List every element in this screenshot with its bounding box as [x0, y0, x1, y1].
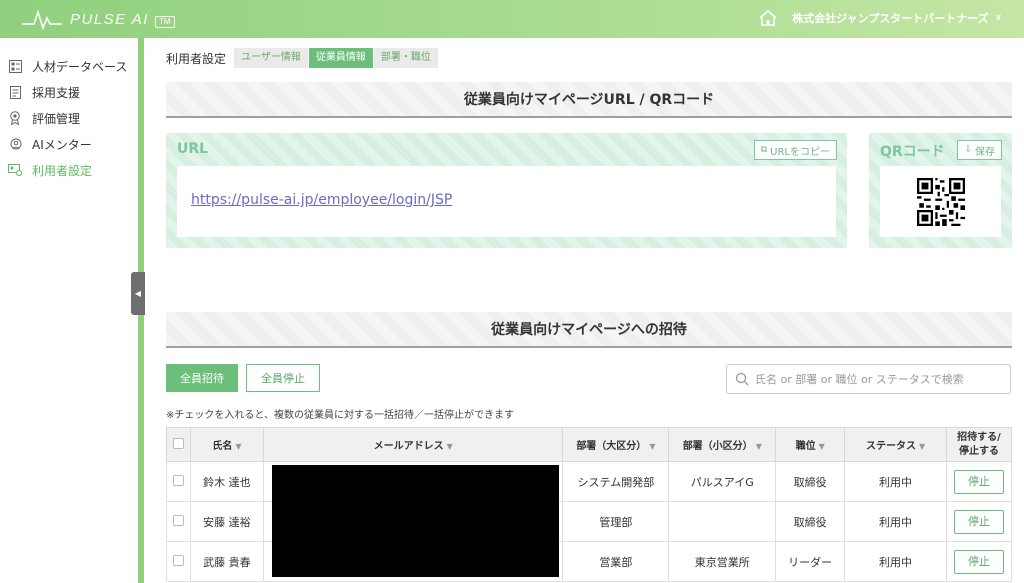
cell-action: 停止	[945, 501, 1013, 542]
row-checkbox[interactable]	[172, 514, 184, 526]
cell-status: 利用中	[844, 501, 947, 542]
breadcrumb: 利用者設定 ユーザー情報 従業員情報 部署・職位	[166, 48, 439, 68]
qr-label: QRコード	[880, 144, 945, 160]
copy-url-button[interactable]: ⧉ URLをコピー	[753, 140, 837, 160]
sidebar-collapse-button[interactable]: ◀	[131, 272, 145, 315]
award-icon	[8, 111, 22, 125]
cell-name: 安藤 達裕	[189, 501, 264, 542]
sidebar-item-label: 人材データベース	[32, 59, 128, 74]
employee-login-url[interactable]: https://pulse-ai.jp/employee/login/JSP	[191, 192, 452, 208]
cell-status: 利用中	[844, 461, 947, 502]
col-action: 招待する/停止する	[945, 427, 1013, 462]
sidebar-item-database[interactable]: 人材データベース	[0, 53, 138, 79]
search-icon	[735, 372, 749, 386]
cell-action: 停止	[945, 461, 1013, 502]
email-redaction	[272, 465, 559, 577]
row-select-cell	[166, 541, 191, 582]
tab-dept-position[interactable]: 部署・職位	[373, 48, 438, 68]
sidebar-item-recruit[interactable]: 採用支援	[0, 79, 138, 105]
invite-all-button[interactable]: 全員招待	[166, 364, 238, 392]
row-select-cell	[166, 501, 191, 542]
cell-position: 取締役	[775, 501, 846, 542]
stop-button[interactable]: 停止	[953, 469, 1004, 494]
cell-name: 武藤 貴春	[189, 541, 264, 582]
logo-tm: TM	[154, 15, 175, 28]
logo[interactable]: PULSE AI TM	[22, 8, 175, 30]
sidebar-item-ai-mentor[interactable]: AIメンター	[0, 131, 138, 157]
sort-icon: ▼	[918, 442, 926, 451]
bulk-note: ※チェックを入れると、複数の従業員に対する一括招待／一括停止ができます	[166, 410, 514, 421]
stop-button[interactable]: 停止	[953, 549, 1004, 574]
cell-action: 停止	[945, 541, 1013, 582]
row-checkbox[interactable]	[172, 554, 184, 566]
sidebar-item-evaluation[interactable]: 評価管理	[0, 105, 138, 131]
col-name[interactable]: 氏名 ▼	[189, 427, 264, 462]
sidebar-item-label: 評価管理	[32, 111, 81, 126]
cell-position: リーダー	[775, 541, 846, 582]
row-checkbox[interactable]	[172, 474, 184, 486]
home-icon[interactable]	[758, 9, 778, 27]
select-all-header	[166, 427, 191, 462]
copy-url-label: URLをコピー	[770, 146, 830, 158]
sidebar-item-label: AIメンター	[32, 137, 92, 152]
cell-dept-major: 営業部	[562, 541, 670, 582]
url-label: URL	[177, 141, 209, 157]
pulse-logo-icon	[22, 9, 62, 30]
copy-icon: ⧉	[760, 145, 768, 155]
chevron-down-icon: ∨	[994, 13, 1002, 23]
stop-all-button[interactable]: 全員停止	[246, 364, 320, 392]
logo-text: PULSE AI TM	[70, 11, 175, 28]
tab-user-info[interactable]: ユーザー情報	[234, 48, 308, 68]
sort-icon: ▼	[649, 442, 656, 451]
save-qr-label: 保存	[975, 146, 995, 158]
document-icon	[8, 85, 22, 99]
company-menu[interactable]: 株式会社ジャンプスタートパートナーズ ∨	[758, 9, 1002, 27]
url-box: https://pulse-ai.jp/employee/login/JSP	[177, 166, 836, 237]
company-name: 株式会社ジャンプスタートパートナーズ	[792, 12, 989, 25]
cell-position: 取締役	[775, 461, 846, 502]
cell-dept-minor: パルスアイG	[668, 461, 777, 502]
sidebar-item-label: 利用者設定	[32, 163, 93, 178]
col-position[interactable]: 職位 ▼	[775, 427, 846, 462]
sort-icon: ▼	[446, 442, 453, 451]
search-placeholder: 氏名 or 部署 or 職位 or ステータスで検索	[755, 373, 964, 386]
section-title-invite: 従業員向けマイページへの招待	[166, 312, 1012, 348]
sort-icon: ▼	[235, 442, 242, 451]
breadcrumb-label: 利用者設定	[166, 51, 227, 66]
sort-icon: ▼	[818, 442, 825, 451]
cell-dept-minor	[668, 501, 777, 542]
section-title-url: 従業員向けマイページURL / QRコード	[166, 82, 1012, 118]
row-select-cell	[166, 461, 191, 502]
qr-panel: QRコード ⇩ 保存	[869, 133, 1012, 248]
col-email[interactable]: メールアドレス ▼	[262, 427, 564, 462]
download-icon: ⇩	[964, 145, 972, 155]
sidebar-item-user-settings[interactable]: 利用者設定	[0, 157, 138, 183]
app-header: PULSE AI TM 株式会社ジャンプスタートパートナーズ ∨	[0, 0, 1024, 38]
qr-code	[880, 166, 1001, 237]
qr-code-image	[916, 177, 965, 226]
url-panel: URL ⧉ URLをコピー https://pulse-ai.jp/employ…	[166, 133, 847, 248]
sidebar: 人材データベース 採用支援 評価管理 AIメンター 利用者設定	[0, 38, 138, 583]
col-dept-major[interactable]: 部署（大区分） ▼	[562, 427, 670, 462]
user-settings-icon	[8, 163, 22, 177]
cell-dept-major: 管理部	[562, 501, 670, 542]
cell-name: 鈴木 達也	[189, 461, 264, 502]
database-icon	[8, 59, 22, 73]
main-content: 利用者設定 ユーザー情報 従業員情報 部署・職位 従業員向けマイページURL /…	[144, 38, 1024, 583]
sidebar-item-label: 採用支援	[32, 85, 81, 100]
cell-dept-major: システム開発部	[562, 461, 670, 502]
stop-button[interactable]: 停止	[953, 509, 1004, 534]
col-status[interactable]: ステータス ▼	[844, 427, 947, 462]
sort-icon: ▼	[755, 442, 762, 451]
select-all-checkbox[interactable]	[172, 437, 184, 449]
mentor-icon	[8, 137, 22, 151]
table-header-row: 氏名 ▼ メールアドレス ▼ 部署（大区分） ▼ 部署（小区分） ▼ 職位 ▼ ステータス…	[166, 427, 1013, 462]
tab-employee-info[interactable]: 従業員情報	[308, 48, 373, 68]
search-input[interactable]: 氏名 or 部署 or 職位 or ステータスで検索	[726, 364, 1011, 394]
cell-dept-minor: 東京営業所	[668, 541, 777, 582]
save-qr-button[interactable]: ⇩ 保存	[957, 140, 1002, 160]
cell-status: 利用中	[844, 541, 947, 582]
col-dept-minor[interactable]: 部署（小区分） ▼	[668, 427, 777, 462]
